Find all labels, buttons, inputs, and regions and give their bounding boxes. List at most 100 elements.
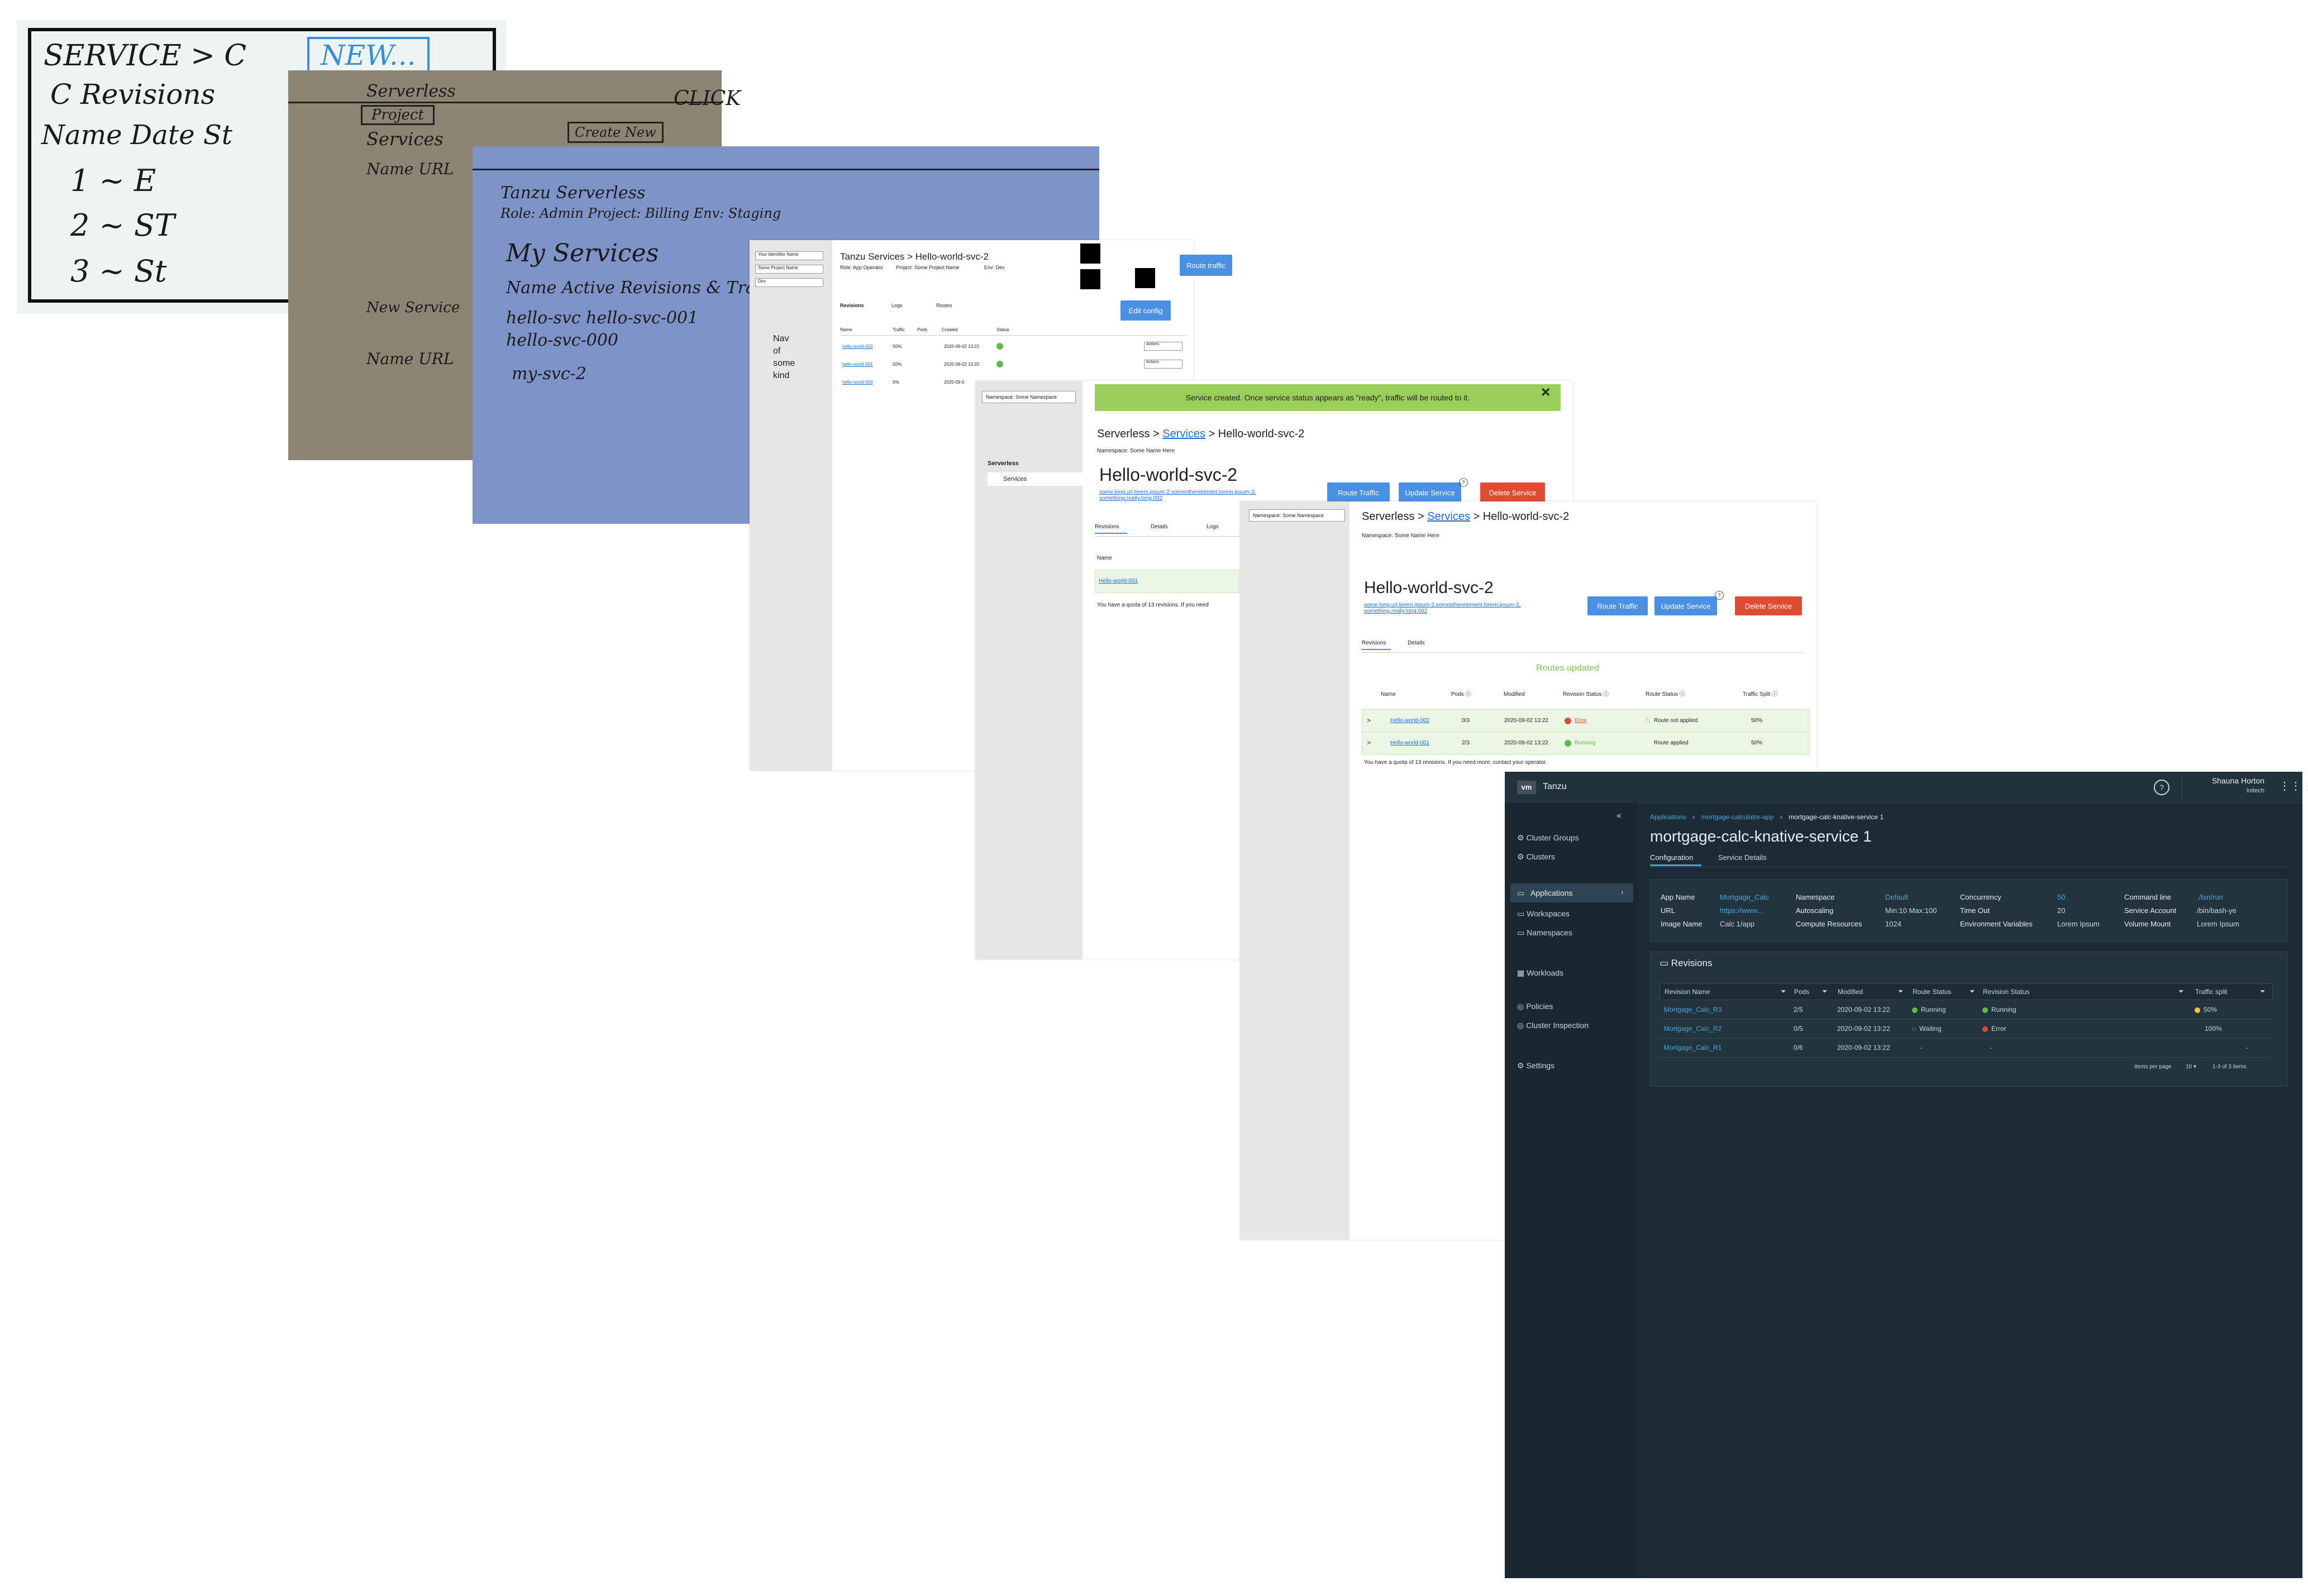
items-per-page-select[interactable]: 10 ▾ <box>2186 1064 2196 1070</box>
tab-routes[interactable]: Routes <box>936 303 952 308</box>
breadcrumb-services-link[interactable]: Services <box>1162 428 1205 440</box>
revision-link[interactable]: Hello-world-001 <box>1099 578 1138 584</box>
sidebar-item-label: Cluster Groups <box>1526 833 1579 842</box>
table-row[interactable]: hello-world-002 50% 2020-09-02 13:22 Act… <box>840 342 1186 355</box>
top-bar: vm Tanzu ? Shauna Horton Initech ⋮⋮⋮ <box>1505 772 2308 804</box>
table-row[interactable]: > Hello-world-001 2/3 2020-09-02 13:22 R… <box>1362 732 1810 755</box>
sketch-3-line: Tanzu Serverless <box>500 183 646 203</box>
collapse-sidebar-icon[interactable]: « <box>1616 811 1622 821</box>
col-pods-label: Pods <box>1451 691 1464 697</box>
actions-select[interactable]: Actions <box>1144 360 1182 369</box>
revision-link[interactable]: Hello-world-002 <box>1390 718 1429 724</box>
revision-link[interactable]: Mortgage_Calc_R3 <box>1664 1006 1722 1014</box>
namespace-select[interactable]: Namespace: Some Namespace <box>1249 509 1345 522</box>
delete-service-button[interactable]: Delete Service <box>1735 596 1802 615</box>
help-icon[interactable]: ⓘ <box>1680 691 1685 697</box>
sidebar-item-settings[interactable]: ⚙ Settings <box>1517 1061 1554 1071</box>
quota-text: You have a quota of 13 revisions. If you… <box>1364 759 1547 766</box>
wireframe-3-sidebar <box>1240 501 1349 1240</box>
thumbnail-icon <box>1135 268 1155 288</box>
update-service-button[interactable]: Update Service <box>1654 596 1717 615</box>
filter-icon[interactable]: ⏷ <box>1970 987 1975 996</box>
tab-configuration[interactable]: Configuration <box>1650 853 1693 862</box>
error-icon <box>1565 718 1571 724</box>
workspaces-icon: ▭ <box>1517 909 1525 918</box>
tab-revisions[interactable]: Revisions <box>1362 640 1386 646</box>
nav-text: Nav <box>773 334 789 343</box>
sidebar-item-workloads[interactable]: ▦ Workloads <box>1517 968 1563 978</box>
config-value-link[interactable]: Mortgage_Calc <box>1720 893 1769 901</box>
actions-select[interactable]: Actions <box>1144 342 1182 351</box>
namespace-select[interactable]: Namespace: Some Namespace <box>982 391 1076 403</box>
route-traffic-button[interactable]: Route Traffic <box>1327 482 1390 503</box>
tab-details[interactable]: Details <box>1151 524 1168 530</box>
tab-details[interactable]: Details <box>1408 640 1425 646</box>
sidebar-item-cluster-groups[interactable]: ⚙ Cluster Groups <box>1517 833 1579 843</box>
revision-link[interactable]: Hello-world-001 <box>1390 740 1429 746</box>
filter-icon[interactable]: ⏷ <box>1822 987 1828 996</box>
breadcrumb-app-link[interactable]: mortgage-calculator-app <box>1701 813 1773 821</box>
filter-icon[interactable]: ⏷ <box>2178 987 2184 996</box>
sidebar-item-clusters[interactable]: ⚙ Clusters <box>1517 852 1555 862</box>
config-value: 20 <box>2057 906 2066 915</box>
table-row[interactable]: hello-world-001 50% 2020-09-02 13:20 Act… <box>840 360 1186 373</box>
revision-link[interactable]: hello-world-001 <box>842 362 873 367</box>
route-status-value: Route not applied <box>1654 718 1698 724</box>
delete-service-button[interactable]: Delete Service <box>1480 482 1545 503</box>
sidebar-item-workspaces[interactable]: ▭ Workspaces <box>1517 909 1570 919</box>
sidebar-item-applications[interactable]: ▭ Applications › <box>1510 883 1633 902</box>
tab-logs[interactable]: Logs <box>891 303 903 308</box>
revision-link[interactable]: Mortgage_Calc_R1 <box>1664 1044 1722 1052</box>
table-row[interactable]: > Hello-world-002 0/3 2020-09-02 13:22 E… <box>1362 709 1810 733</box>
config-value-link[interactable]: Default <box>1885 893 1908 901</box>
help-icon[interactable]: ⓘ <box>1466 691 1471 697</box>
edit-config-button[interactable]: Edit config <box>1120 300 1171 321</box>
help-icon[interactable]: ⓘ <box>1772 691 1777 697</box>
breadcrumb-applications-link[interactable]: Applications <box>1650 813 1686 821</box>
tab-revisions[interactable]: Revisions <box>840 303 864 308</box>
table-row[interactable]: Mortgage_Calc_R3 2/5 2020-09-02 13:22 Ru… <box>1660 1000 2272 1020</box>
sketch-1-line: C Revisions <box>50 78 216 111</box>
route-traffic-button[interactable]: Route traffic <box>1180 255 1232 276</box>
tab-revisions[interactable]: Revisions <box>1095 524 1119 530</box>
update-service-button[interactable]: Update Service <box>1399 482 1461 503</box>
close-icon[interactable]: ✕ <box>1541 385 1551 400</box>
filter-icon[interactable]: ⏷ <box>1781 987 1786 996</box>
table-row[interactable]: Mortgage_Calc_R2 0/5 2020-09-02 13:22 ◌ W… <box>1660 1019 2272 1039</box>
breadcrumb-services-link[interactable]: Services <box>1427 510 1470 523</box>
sidebar-item-services[interactable]: Services <box>988 472 1083 486</box>
help-icon[interactable]: ? <box>2154 780 2169 795</box>
help-icon[interactable]: ⓘ <box>1603 691 1609 697</box>
tab-service-details[interactable]: Service Details <box>1718 853 1767 862</box>
service-url-link[interactable]: some.long.url.lorem.ipsum-2.someotherele… <box>1364 602 1565 614</box>
revision-status-value[interactable]: Error <box>1575 718 1587 724</box>
env-select[interactable]: Dev <box>755 278 823 287</box>
revision-link[interactable]: Mortgage_Calc_R2 <box>1664 1025 1722 1033</box>
traffic-split-value: 50% <box>2204 1006 2218 1014</box>
route-status-value: Route applied <box>1654 740 1689 746</box>
route-traffic-button[interactable]: Route Traffic <box>1587 596 1648 615</box>
filter-icon[interactable]: ⏷ <box>2260 987 2266 996</box>
user-name[interactable]: Shauna Horton <box>2197 776 2264 785</box>
filter-icon[interactable]: ⏷ <box>1898 987 1904 996</box>
sidebar-item-policies[interactable]: ◎ Policies <box>1517 1002 1553 1011</box>
app-switcher-grid-icon[interactable]: ⋮⋮⋮ <box>2279 781 2308 794</box>
help-icon[interactable]: ? <box>1715 591 1724 600</box>
revision-link[interactable]: hello-world-002 <box>842 344 873 349</box>
expand-chevron-icon[interactable]: > <box>1367 739 1371 747</box>
project-select[interactable]: Some Project Name <box>755 265 823 274</box>
config-value-link[interactable]: 50 <box>2057 893 2065 901</box>
service-url-link[interactable]: some.long.url.lorem.ipsum-2.someotherele… <box>1099 489 1295 501</box>
config-value-link[interactable]: ./bin/run <box>2197 893 2223 901</box>
revision-link[interactable]: hello-world-000 <box>842 380 873 385</box>
table-row[interactable]: Mortgage_Calc_R1 0/6 2020-09-02 13:22 - … <box>1660 1038 2272 1058</box>
expand-chevron-icon[interactable]: > <box>1367 716 1371 724</box>
tab-logs[interactable]: Logs <box>1207 524 1219 530</box>
help-icon[interactable]: ? <box>1459 478 1468 487</box>
pods-value: 2/3 <box>1462 740 1470 746</box>
config-key: Autoscaling <box>1796 906 1834 915</box>
sidebar-item-namespaces[interactable]: ▭ Namespaces <box>1517 928 1572 938</box>
config-value-link[interactable]: https://www... <box>1720 906 1763 915</box>
identifier-select[interactable]: Your Identifier Name <box>755 251 823 260</box>
sidebar-item-cluster-inspection[interactable]: ◎ Cluster Inspection <box>1517 1021 1589 1030</box>
